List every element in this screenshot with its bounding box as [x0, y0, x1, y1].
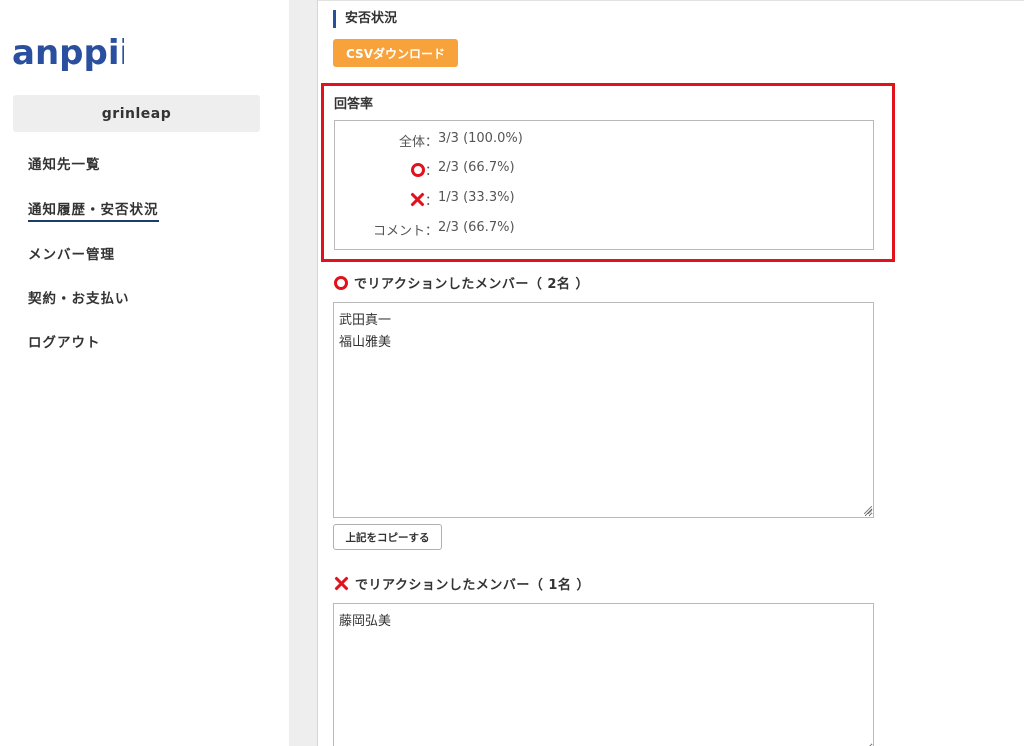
rate-row-total: 全体 ： 3/3 (100.0%)	[335, 131, 535, 150]
sidebar-item-members[interactable]: メンバー管理	[28, 243, 115, 263]
cross-icon	[410, 192, 425, 207]
rate-box: 全体 ： 3/3 (100.0%) ： 2/3 (66.7%) ： 1/3 (3…	[334, 120, 874, 250]
rate-row-circle: ： 2/3 (66.7%)	[335, 160, 535, 179]
sidebar-item-history-status[interactable]: 通知履歴・安否状況	[28, 198, 159, 222]
rate-value-cross: 1/3 (33.3%)	[438, 190, 515, 205]
circle-icon	[411, 162, 425, 177]
org-name-box: grinleap	[13, 95, 260, 132]
sidebar: anppii grinleap 通知先一覧 通知履歴・安否状況 メンバー管理 契…	[0, 0, 289, 746]
copy-members-button[interactable]: 上記をコピーする	[333, 524, 442, 550]
svg-text:anppii: anppii	[12, 33, 124, 73]
section-title: 安否状況	[333, 10, 397, 28]
cross-members-textarea[interactable]: 藤岡弘美	[333, 603, 874, 746]
cross-members-title: でリアクションしたメンバー（ 1名 ）	[334, 574, 590, 593]
rate-label-comment: コメント	[372, 224, 425, 239]
rate-sep: ：	[425, 164, 439, 179]
sidebar-item-recipients[interactable]: 通知先一覧	[28, 153, 101, 173]
main-content: 安否状況 CSVダウンロード 回答率 全体 ： 3/3 (100.0%) ： 2…	[321, 0, 1024, 746]
sidebar-item-billing[interactable]: 契約・お支払い	[28, 287, 130, 307]
circle-icon	[334, 275, 348, 290]
rate-sep: ：	[425, 135, 439, 150]
rate-value-circle: 2/3 (66.7%)	[438, 160, 515, 175]
rate-row-cross: ： 1/3 (33.3%)	[335, 190, 535, 209]
rate-value-total: 3/3 (100.0%)	[438, 131, 523, 146]
rate-row-comment: コメント ： 2/3 (66.7%)	[335, 220, 535, 239]
sidebar-item-logout[interactable]: ログアウト	[28, 331, 101, 351]
rate-title: 回答率	[334, 97, 374, 112]
circle-members-textarea[interactable]: 武田真一 福山雅美	[333, 302, 874, 518]
rate-sep: ：	[425, 224, 439, 239]
anppii-logo[interactable]: anppii	[12, 26, 124, 76]
resize-grip-icon[interactable]	[864, 506, 872, 514]
circle-members-title: でリアクションしたメンバー（ 2名 ）	[334, 273, 589, 292]
rate-value-comment: 2/3 (66.7%)	[438, 220, 515, 235]
cross-icon	[334, 576, 349, 591]
csv-download-button[interactable]: CSVダウンロード	[333, 39, 458, 67]
rate-sep: ：	[425, 194, 439, 209]
rate-label-total: 全体	[398, 135, 425, 150]
sidebar-gutter	[289, 0, 318, 746]
